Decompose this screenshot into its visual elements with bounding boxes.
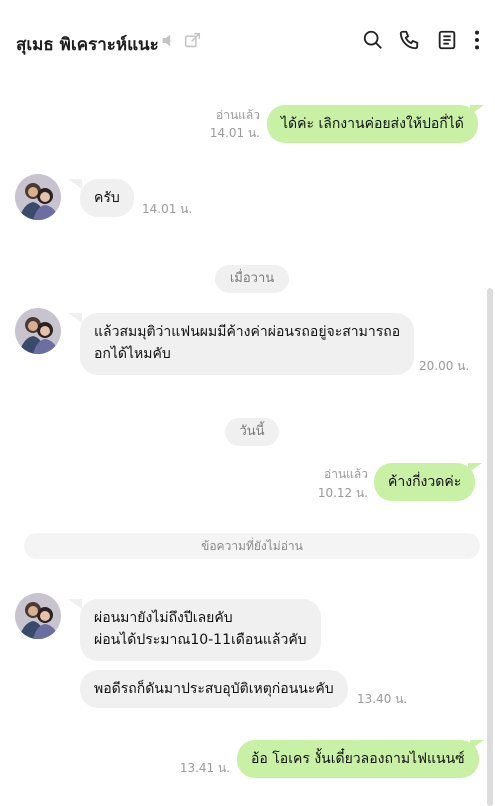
avatar-image [15, 593, 61, 639]
incoming-message[interactable]: ครับ [80, 179, 134, 217]
bubble-tail [68, 313, 82, 323]
avatar[interactable] [15, 593, 61, 639]
bubble-tail [68, 599, 82, 609]
message-time: 20.00 น. [419, 359, 470, 373]
incoming-message[interactable]: พอดีรถก็ดันมาประสบอุบัติเหตุก่อนนะคับ [80, 670, 348, 708]
message-time: 14.01 น. [142, 202, 193, 216]
chat-header: สุเมธ พิเคราะห์แนะ [0, 0, 495, 82]
message-text: พอดีรถก็ดันมาประสบอุบัติเหตุก่อนนะคับ [94, 681, 334, 697]
message-text-line: ผ่อนได้ประมาณ10-11เดือนแล้วคับ [94, 632, 307, 648]
scrollbar[interactable] [487, 288, 493, 806]
mute-icon[interactable] [160, 32, 177, 49]
message-text: อ้อ โอเคร งั้นเดี๋ยวลองถามไฟแนนซ์ [251, 751, 465, 767]
outgoing-message[interactable]: อ้อ โอเคร งั้นเดี๋ยวลองถามไฟแนนซ์ [237, 740, 479, 778]
chat-title: สุเมธ พิเคราะห์แนะ [16, 35, 159, 55]
message-text-line: แล้วสมมุติว่าแฟนผมมีค้างค่าผ่อนรถอยู่จะส… [94, 324, 401, 340]
date-separator: วันนี้ [225, 418, 279, 446]
bubble-tail [68, 179, 82, 189]
bubble-tail [468, 463, 482, 473]
unread-separator: ข้อความที่ยังไม่อ่าน [24, 533, 480, 559]
read-status: อ่านแล้ว [216, 108, 260, 122]
incoming-message[interactable]: ผ่อนมายังไม่ถึงปีเลยคับ ผ่อนได้ประมาณ10-… [80, 599, 321, 661]
avatar-image [15, 174, 61, 220]
notes-icon[interactable] [436, 29, 458, 51]
search-icon[interactable] [362, 29, 384, 51]
more-vertical-icon[interactable] [466, 29, 488, 51]
bubble-tail [470, 105, 484, 115]
incoming-message[interactable]: แล้วสมมุติว่าแฟนผมมีค้างค่าผ่อนรถอยู่จะส… [80, 313, 415, 375]
message-text-line: ผ่อนมายังไม่ถึงปีเลยคับ [94, 610, 233, 626]
avatar[interactable] [15, 308, 61, 354]
phone-icon[interactable] [398, 29, 420, 51]
outgoing-message[interactable]: ค้างกี่งวดค่ะ [374, 463, 476, 501]
external-link-icon[interactable] [184, 32, 201, 49]
date-separator: เมื่อวาน [215, 265, 289, 293]
message-time: 13.41 น. [179, 761, 230, 775]
message-text: ค้างกี่งวดค่ะ [388, 474, 462, 490]
message-time: 13.40 น. [357, 692, 408, 706]
bubble-tail [470, 740, 484, 750]
message-time: 10.12 น. [317, 486, 368, 500]
avatar[interactable] [15, 174, 61, 220]
message-text-line: อกได้ไหมคับ [94, 346, 171, 362]
outgoing-message[interactable]: ได้ค่ะ เลิกงานค่อยส่งให้ปอกี่ได้ [267, 105, 478, 143]
avatar-image [15, 308, 61, 354]
message-text: ได้ค่ะ เลิกงานค่อยส่งให้ปอกี่ได้ [281, 116, 464, 132]
message-time: 14.01 น. [209, 126, 260, 140]
read-status: อ่านแล้ว [324, 467, 368, 481]
message-text: ครับ [94, 190, 120, 206]
